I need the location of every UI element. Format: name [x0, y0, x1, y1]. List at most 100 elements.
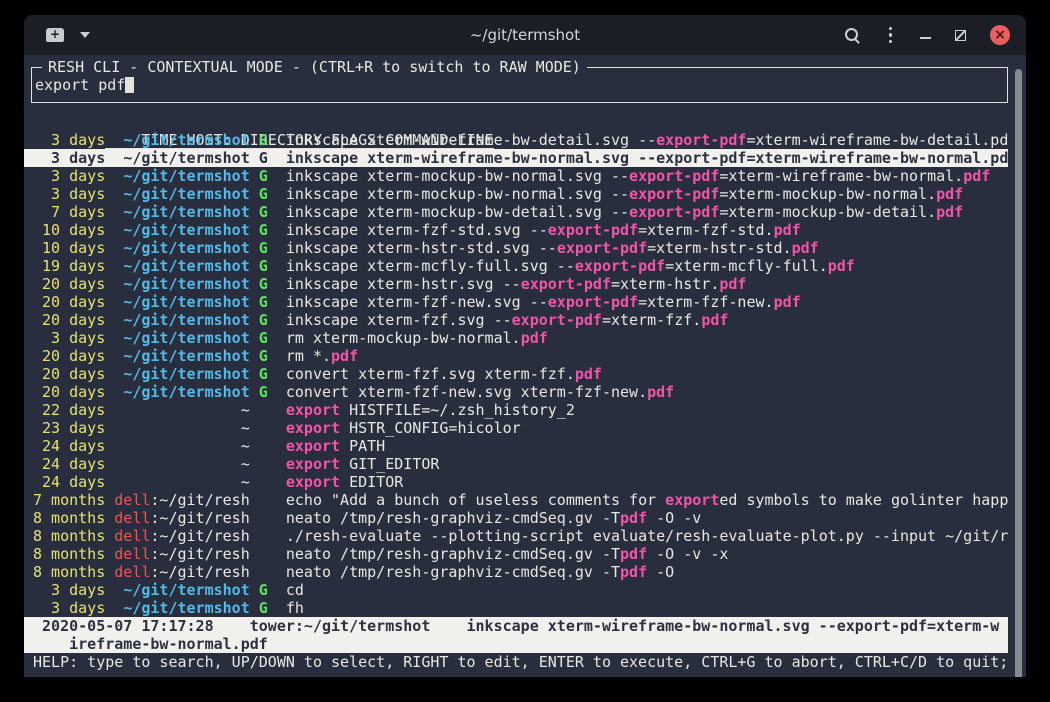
row-text: [250, 347, 259, 365]
row-text: [105, 545, 114, 563]
history-row[interactable]: 7 days ~/git/termshot G inkscape xterm-m…: [24, 203, 1008, 221]
row-text: [250, 221, 259, 239]
row-text: [105, 329, 114, 347]
chevron-down-icon[interactable]: [80, 32, 90, 43]
match-highlight: pdf: [828, 257, 855, 275]
row-command: rm xterm-mockup-bw-normal.: [286, 329, 521, 347]
history-row[interactable]: 10 days ~/git/termshot G inkscape xterm-…: [24, 239, 1008, 257]
row-command: inkscape xterm-hstr-std.svg --: [286, 239, 557, 257]
row-flag: G: [259, 167, 268, 185]
search-box[interactable]: RESH CLI - CONTEXTUAL MODE - (CTRL+R to …: [31, 67, 1008, 103]
row-directory: :~/git/resh: [150, 545, 249, 563]
restore-button[interactable]: [955, 30, 966, 41]
row-command: =xterm-mockup-bw-detail.: [719, 203, 936, 221]
history-row[interactable]: 8 months dell:~/git/resh neato /tmp/resh…: [24, 509, 1008, 527]
row-command: -O -v: [647, 509, 701, 527]
history-row[interactable]: 3 days ~/git/termshot G fh: [24, 599, 1008, 617]
match-highlight: export-pdf: [656, 149, 746, 167]
row-time: 24 days: [33, 437, 105, 455]
history-row[interactable]: 24 days ~ export EDITOR: [24, 473, 1008, 491]
row-time: 3 days: [33, 329, 105, 347]
row-text: [268, 239, 286, 257]
match-highlight: export-pdf: [557, 239, 647, 257]
row-directory: :~/git/resh: [150, 563, 249, 581]
menu-kebab-icon[interactable]: [885, 27, 897, 44]
row-directory: ~/git/termshot: [123, 365, 249, 383]
row-text: [105, 167, 114, 185]
history-row[interactable]: 20 days ~/git/termshot G convert xterm-f…: [24, 365, 1008, 383]
match-highlight: pdf: [521, 329, 548, 347]
row-directory: :~/git/resh: [150, 491, 249, 509]
row-flag: G: [259, 221, 268, 239]
row-command: =xterm-mcfly-full.: [665, 257, 828, 275]
row-text: [250, 509, 259, 527]
row-text: [268, 347, 286, 365]
row-time: 8 months: [33, 545, 105, 563]
row-text: [114, 599, 123, 617]
text-cursor: [125, 77, 134, 93]
row-command: neato /tmp/resh-graphviz-cmdSeq.gv -T: [286, 545, 620, 563]
search-query-text: export pdf: [35, 76, 125, 94]
row-flag: G: [259, 293, 268, 311]
history-row[interactable]: 20 days ~/git/termshot G inkscape xterm-…: [24, 275, 1008, 293]
row-text: [250, 401, 259, 419]
row-directory: ~/git/termshot: [123, 383, 249, 401]
history-row[interactable]: 23 days ~ export HSTR_CONFIG=hicolor: [24, 419, 1008, 437]
row-command: inkscape xterm-fzf-new.svg --: [286, 293, 548, 311]
history-row[interactable]: 7 months dell:~/git/resh echo "Add a bun…: [24, 491, 1008, 509]
status-bar-line2: ireframe-bw-normal.pdf: [24, 635, 1008, 653]
row-text: [105, 239, 114, 257]
row-text: [114, 275, 123, 293]
history-row[interactable]: 24 days ~ export PATH: [24, 437, 1008, 455]
row-text: [259, 563, 268, 581]
help-line: HELP: type to search, UP/DOWN to select,…: [24, 653, 1008, 671]
row-command: echo "Add a bunch of useless comments fo…: [286, 491, 665, 509]
history-row[interactable]: 8 months dell:~/git/resh neato /tmp/resh…: [24, 545, 1008, 563]
new-tab-button[interactable]: +: [46, 28, 64, 42]
search-icon[interactable]: [845, 28, 858, 41]
history-row[interactable]: 22 days ~ export HISTFILE=~/.zsh_history…: [24, 401, 1008, 419]
match-highlight: pdf: [792, 239, 819, 257]
history-row[interactable]: 3 days ~/git/termshot G rm xterm-mockup-…: [24, 329, 1008, 347]
row-text: [105, 257, 114, 275]
match-highlight: export-pdf: [629, 167, 719, 185]
row-text: [259, 455, 268, 473]
row-text: [268, 257, 286, 275]
row-command: rm *.: [286, 347, 331, 365]
row-command: =xterm-mockup-bw-normal.: [719, 185, 936, 203]
history-row[interactable]: 20 days ~/git/termshot G inkscape xterm-…: [24, 293, 1008, 311]
minimize-button[interactable]: [920, 37, 931, 39]
row-flag: G: [259, 347, 268, 365]
history-row[interactable]: 3 days ~/git/termshot G inkscape xterm-m…: [24, 185, 1008, 203]
match-highlight: pdf: [936, 203, 963, 221]
status-bar-line1: 2020-05-07 17:17:28 tower:~/git/termshot…: [24, 617, 1008, 635]
history-row[interactable]: 24 days ~ export GIT_EDITOR: [24, 455, 1008, 473]
history-row[interactable]: 10 days ~/git/termshot G inkscape xterm-…: [24, 221, 1008, 239]
history-row[interactable]: 8 months dell:~/git/resh neato /tmp/resh…: [24, 563, 1008, 581]
row-text: [268, 149, 286, 167]
history-row[interactable]: 3 days ~/git/termshot G cd: [24, 581, 1008, 599]
history-row[interactable]: 20 days ~/git/termshot G convert xterm-f…: [24, 383, 1008, 401]
row-text: [114, 383, 123, 401]
scrollbar[interactable]: [1015, 69, 1022, 677]
history-row[interactable]: 3 days ~/git/termshot G inkscape xterm-w…: [24, 131, 1008, 149]
history-row[interactable]: 20 days ~/git/termshot G rm *.pdf: [24, 347, 1008, 365]
history-row-selected[interactable]: 3 days ~/git/termshot G inkscape xterm-w…: [24, 149, 1008, 167]
row-command: HISTFILE=~/.zsh_history_2: [340, 401, 575, 419]
new-tab-icon: +: [50, 27, 60, 41]
row-text: [268, 509, 286, 527]
row-command: inkscape xterm-hstr.svg --: [286, 275, 521, 293]
close-button[interactable]: ×: [990, 25, 1010, 45]
row-text: [268, 563, 286, 581]
row-text: [250, 437, 259, 455]
row-time: 20 days: [33, 347, 105, 365]
history-row[interactable]: 8 months dell:~/git/resh ./resh-evaluate…: [24, 527, 1008, 545]
row-text: [250, 419, 259, 437]
history-row[interactable]: 19 days ~/git/termshot G inkscape xterm-…: [24, 257, 1008, 275]
row-text: [268, 275, 286, 293]
row-text: [105, 455, 114, 473]
row-text: [105, 383, 114, 401]
history-row[interactable]: 3 days ~/git/termshot G inkscape xterm-m…: [24, 167, 1008, 185]
row-command: fh: [286, 599, 304, 617]
history-row[interactable]: 20 days ~/git/termshot G inkscape xterm-…: [24, 311, 1008, 329]
